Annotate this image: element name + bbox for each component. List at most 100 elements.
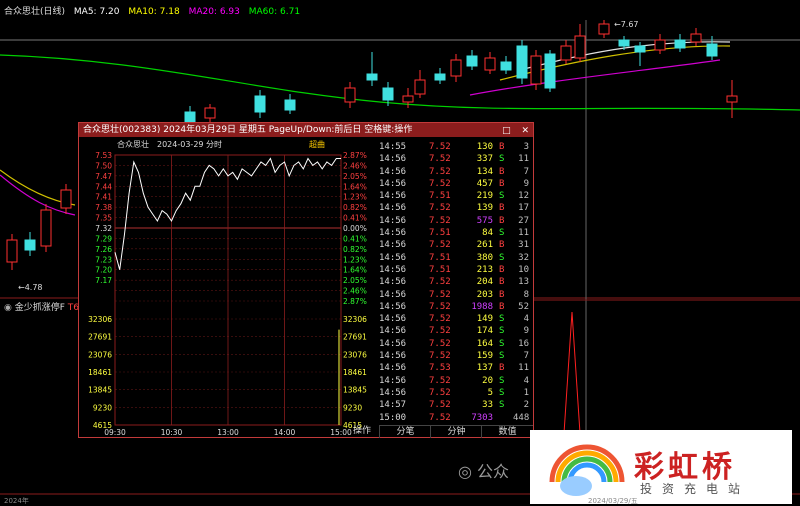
trade-num: 17 bbox=[518, 203, 529, 214]
candle-body-27 bbox=[674, 39, 686, 49]
trade-price: 7.52 bbox=[429, 400, 451, 411]
time-tick-2: 13:00 bbox=[217, 428, 239, 437]
trade-price: 7.52 bbox=[429, 203, 451, 214]
candle-body-5 bbox=[204, 107, 216, 119]
trade-price: 7.51 bbox=[429, 191, 451, 202]
trade-time: 14:56 bbox=[379, 277, 407, 288]
trade-side: B bbox=[499, 215, 505, 226]
trade-price: 7.52 bbox=[429, 326, 451, 337]
trade-side: S bbox=[499, 314, 505, 325]
indicator-label: ◉ 金少抓涨停F T6 bbox=[4, 303, 80, 313]
trade-side: B bbox=[499, 166, 505, 177]
candle-body-10 bbox=[382, 87, 394, 101]
pct-tick-3: 1.64% bbox=[343, 182, 367, 191]
trade-vol: 130 bbox=[476, 142, 493, 152]
trade-time: 14:56 bbox=[379, 191, 407, 202]
trade-row: 14:56 7.52 1988 B 52 bbox=[379, 301, 533, 313]
trade-row: 14:56 7.52 457 B 9 bbox=[379, 178, 533, 190]
vol-tick-right-5: 9230 bbox=[343, 403, 362, 412]
trade-num: 12 bbox=[518, 191, 529, 202]
tab-values[interactable]: 数值 bbox=[481, 426, 533, 438]
trade-vol: 457 bbox=[476, 178, 493, 189]
tab-ticks[interactable]: 分笔 bbox=[379, 426, 431, 438]
trade-vol: 337 bbox=[476, 154, 493, 165]
pct-tick-5: 0.82% bbox=[343, 203, 367, 212]
trade-time: 14:56 bbox=[379, 301, 407, 312]
trade-price: 7.52 bbox=[429, 301, 451, 312]
pct-tick-2: 2.05% bbox=[343, 172, 367, 181]
candle-body-13 bbox=[434, 73, 446, 81]
trade-num: 11 bbox=[518, 154, 529, 165]
vol-tick-left-1: 27691 bbox=[88, 333, 112, 342]
trade-vol: 20 bbox=[482, 375, 493, 386]
candle-body-14 bbox=[450, 59, 462, 77]
vol-tick-right-4: 13845 bbox=[343, 386, 367, 395]
trade-list[interactable]: 14:55 7.52 130 B 3 14:56 7.52 337 S 11 14:56 7.52 13… bbox=[379, 141, 533, 424]
trade-num: 1 bbox=[523, 387, 529, 398]
candle-body-23 bbox=[598, 23, 610, 35]
trade-num: 8 bbox=[523, 289, 529, 300]
trade-row: 14:55 7.52 130 B 3 bbox=[379, 141, 533, 153]
price-tick-9: 7.26 bbox=[95, 245, 112, 254]
candle-body-18 bbox=[516, 45, 528, 79]
time-tick-0: 09:30 bbox=[104, 428, 126, 437]
vol-tick-left-3: 18461 bbox=[88, 368, 112, 377]
ops-button[interactable]: 操作 bbox=[347, 425, 377, 437]
trade-price: 7.51 bbox=[429, 264, 451, 275]
pct-tick-13: 2.46% bbox=[343, 287, 367, 296]
candle-body-22 bbox=[574, 35, 586, 59]
trade-row: 14:56 7.52 204 B 13 bbox=[379, 276, 533, 288]
trade-time: 14:56 bbox=[379, 264, 407, 275]
trade-num: 52 bbox=[518, 301, 529, 312]
trade-side: S bbox=[499, 191, 505, 202]
trade-vol: 159 bbox=[476, 351, 493, 362]
trade-num: 3 bbox=[523, 142, 529, 152]
vol-tick-right-3: 18461 bbox=[343, 368, 367, 377]
trade-row: 15:00 7.52 7303 448 bbox=[379, 412, 533, 424]
trade-side: S bbox=[499, 228, 505, 239]
trade-num: 32 bbox=[518, 252, 529, 263]
trade-row: 14:56 7.52 261 B 31 bbox=[379, 239, 533, 251]
trade-vol: 219 bbox=[476, 191, 493, 202]
brand-logo: 彩虹桥 投资充电站 bbox=[530, 430, 792, 504]
trade-vol: 1988 bbox=[471, 301, 493, 312]
candle-body-25 bbox=[634, 45, 646, 53]
trade-row: 14:56 7.53 137 B 11 bbox=[379, 362, 533, 374]
price-tick-12: 7.17 bbox=[95, 276, 112, 285]
intraday-popup[interactable]: 合众思壮(002383) 2024年03月29日 星期五 PageUp/Down… bbox=[78, 122, 534, 438]
vol-tick-left-0: 32306 bbox=[88, 315, 112, 324]
pct-tick-4: 1.23% bbox=[343, 193, 367, 202]
trade-side: S bbox=[499, 351, 505, 362]
trade-row: 14:56 7.52 149 S 4 bbox=[379, 313, 533, 325]
trade-time: 14:56 bbox=[379, 166, 407, 177]
intraday-stock-name: 合众思壮 bbox=[117, 139, 149, 149]
candle-body-26 bbox=[654, 39, 666, 51]
price-tick-0: 7.53 bbox=[95, 151, 112, 160]
restore-button[interactable]: □ bbox=[502, 126, 511, 136]
close-button[interactable]: ✕ bbox=[521, 126, 529, 136]
trade-time: 14:56 bbox=[379, 252, 407, 263]
trade-vol: 139 bbox=[476, 203, 493, 214]
trade-price: 7.52 bbox=[429, 351, 451, 362]
trade-vol: 7303 bbox=[471, 412, 493, 423]
candle-body-20 bbox=[544, 53, 556, 89]
trade-time: 14:55 bbox=[379, 142, 407, 152]
trade-num: 13 bbox=[518, 277, 529, 288]
pct-tick-10: 1.23% bbox=[343, 255, 367, 264]
tab-minutes[interactable]: 分钟 bbox=[430, 426, 482, 438]
trade-side: S bbox=[499, 326, 505, 337]
trade-price: 7.52 bbox=[429, 240, 451, 251]
trade-vol: 5 bbox=[487, 387, 493, 398]
popup-title-bar[interactable]: 合众思壮(002383) 2024年03月29日 星期五 PageUp/Down… bbox=[79, 123, 533, 137]
vol-tick-right-1: 27691 bbox=[343, 333, 367, 342]
pct-tick-1: 2.46% bbox=[343, 161, 367, 170]
ma-header: 合众思壮(日线) MA5: 7.20 MA10: 7.18 MA20: 6.93… bbox=[4, 4, 306, 17]
price-tick-6: 7.35 bbox=[95, 214, 112, 223]
ma60-value: MA60: 6.71 bbox=[248, 7, 301, 17]
pct-tick-9: 0.82% bbox=[343, 245, 367, 254]
trade-time: 14:56 bbox=[379, 203, 407, 214]
trade-row: 14:56 7.52 5 S 1 bbox=[379, 387, 533, 399]
pct-tick-11: 1.64% bbox=[343, 266, 367, 275]
ma20-value: MA20: 6.93 bbox=[188, 7, 240, 17]
trade-tabs: 分笔 分钟 数值 bbox=[379, 425, 533, 438]
